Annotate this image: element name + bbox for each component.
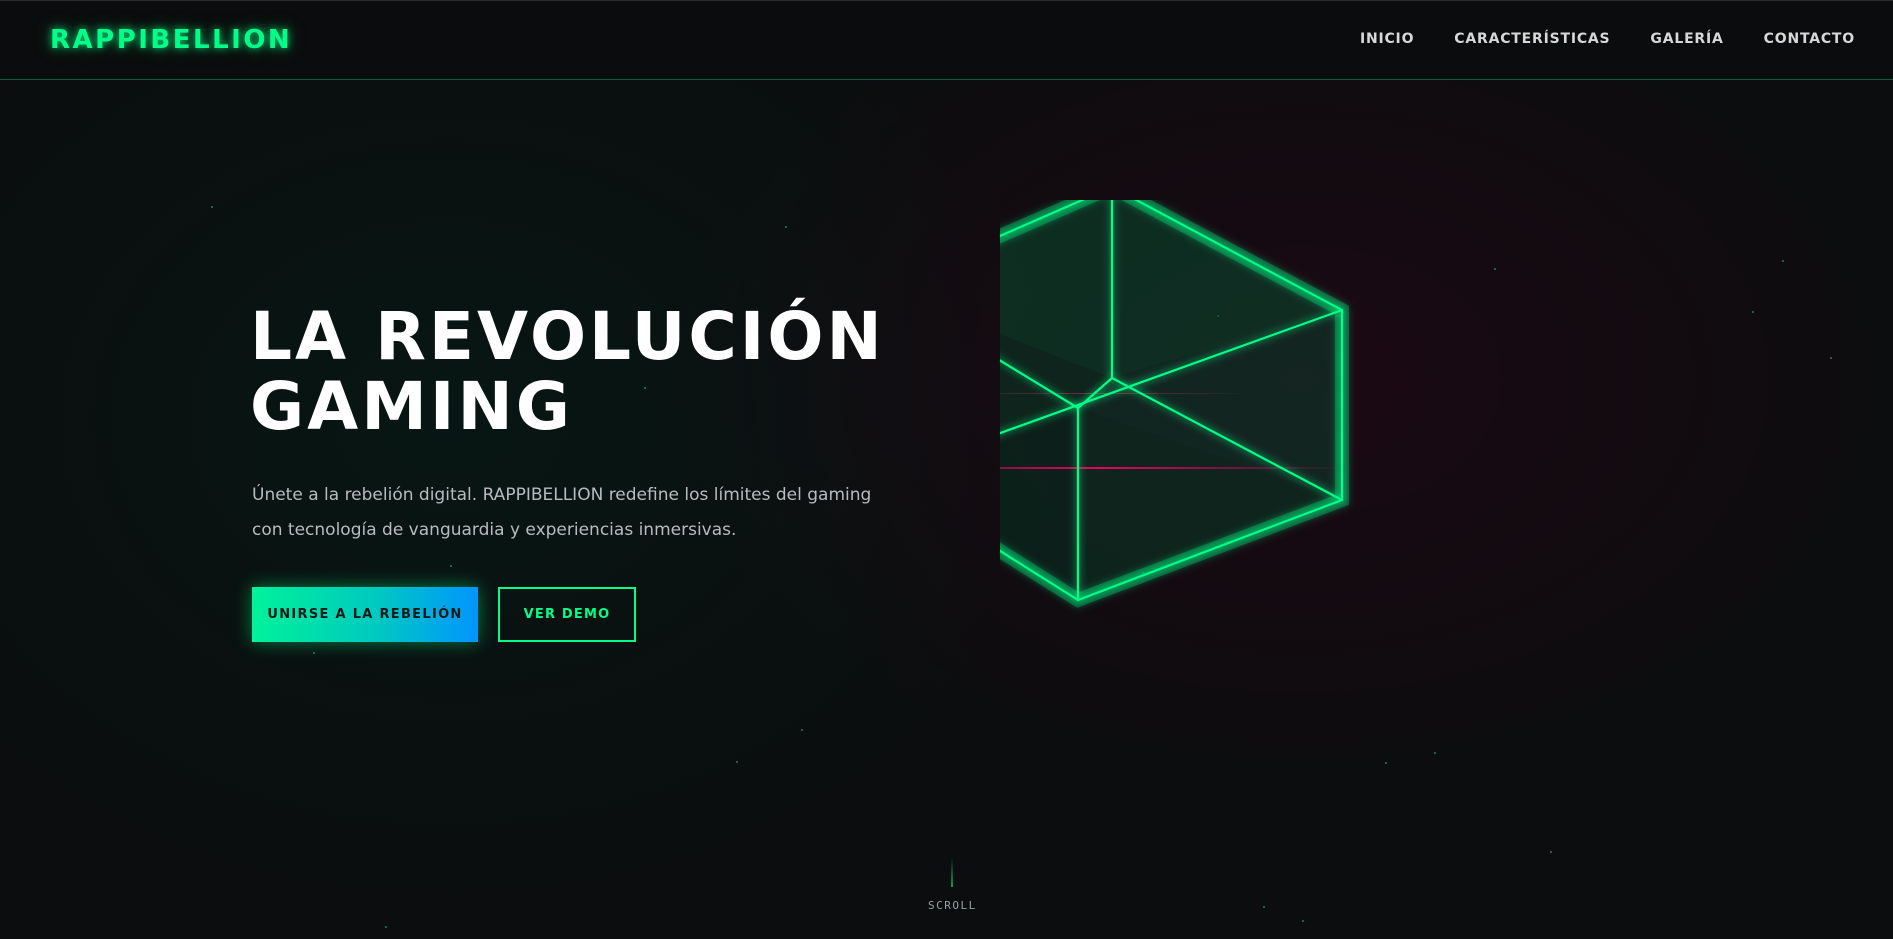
particle (801, 729, 803, 731)
particle (1830, 357, 1832, 359)
nav-link-contacto[interactable]: CONTACTO (1764, 31, 1855, 47)
view-demo-button[interactable]: VER DEMO (498, 587, 636, 642)
particle (385, 926, 387, 928)
hero-title: LA REVOLUCIÓN GAMING (250, 302, 950, 442)
wireframe-cube-icon (1000, 200, 1350, 608)
scroll-indicator-label[interactable]: SCROLL (928, 899, 976, 912)
particle (1385, 762, 1387, 764)
nav-link-galeria[interactable]: GALERÍA (1650, 31, 1723, 47)
particle (736, 761, 738, 763)
particle (1302, 920, 1304, 922)
particle (1752, 311, 1754, 313)
brand-logo[interactable]: RAPPIBELLION (50, 25, 292, 55)
nav-link-inicio[interactable]: INICIO (1360, 31, 1414, 47)
particle (1263, 906, 1265, 908)
particle (211, 206, 213, 208)
particle (1782, 260, 1784, 262)
navbar: RAPPIBELLION INICIO CARACTERÍSTICAS GALE… (0, 1, 1893, 80)
particle (785, 226, 787, 228)
hero-description: Únete a la rebelión digital. RAPPIBELLIO… (252, 485, 872, 540)
page: RAPPIBELLION INICIO CARACTERÍSTICAS GALE… (0, 0, 1893, 939)
scroll-indicator-line (951, 857, 953, 887)
nav-link-caracteristicas[interactable]: CARACTERÍSTICAS (1454, 31, 1610, 47)
hero-title-line-1: LA REVOLUCIÓN (250, 298, 885, 375)
particle (313, 652, 315, 654)
join-rebellion-button[interactable]: UNIRSE A LA REBELIÓN (252, 587, 478, 642)
particle (1550, 851, 1552, 853)
particle (450, 565, 452, 567)
hero-title-line-2: GAMING (250, 368, 573, 445)
nav-menu: INICIO CARACTERÍSTICAS GALERÍA CONTACTO (1360, 31, 1855, 47)
